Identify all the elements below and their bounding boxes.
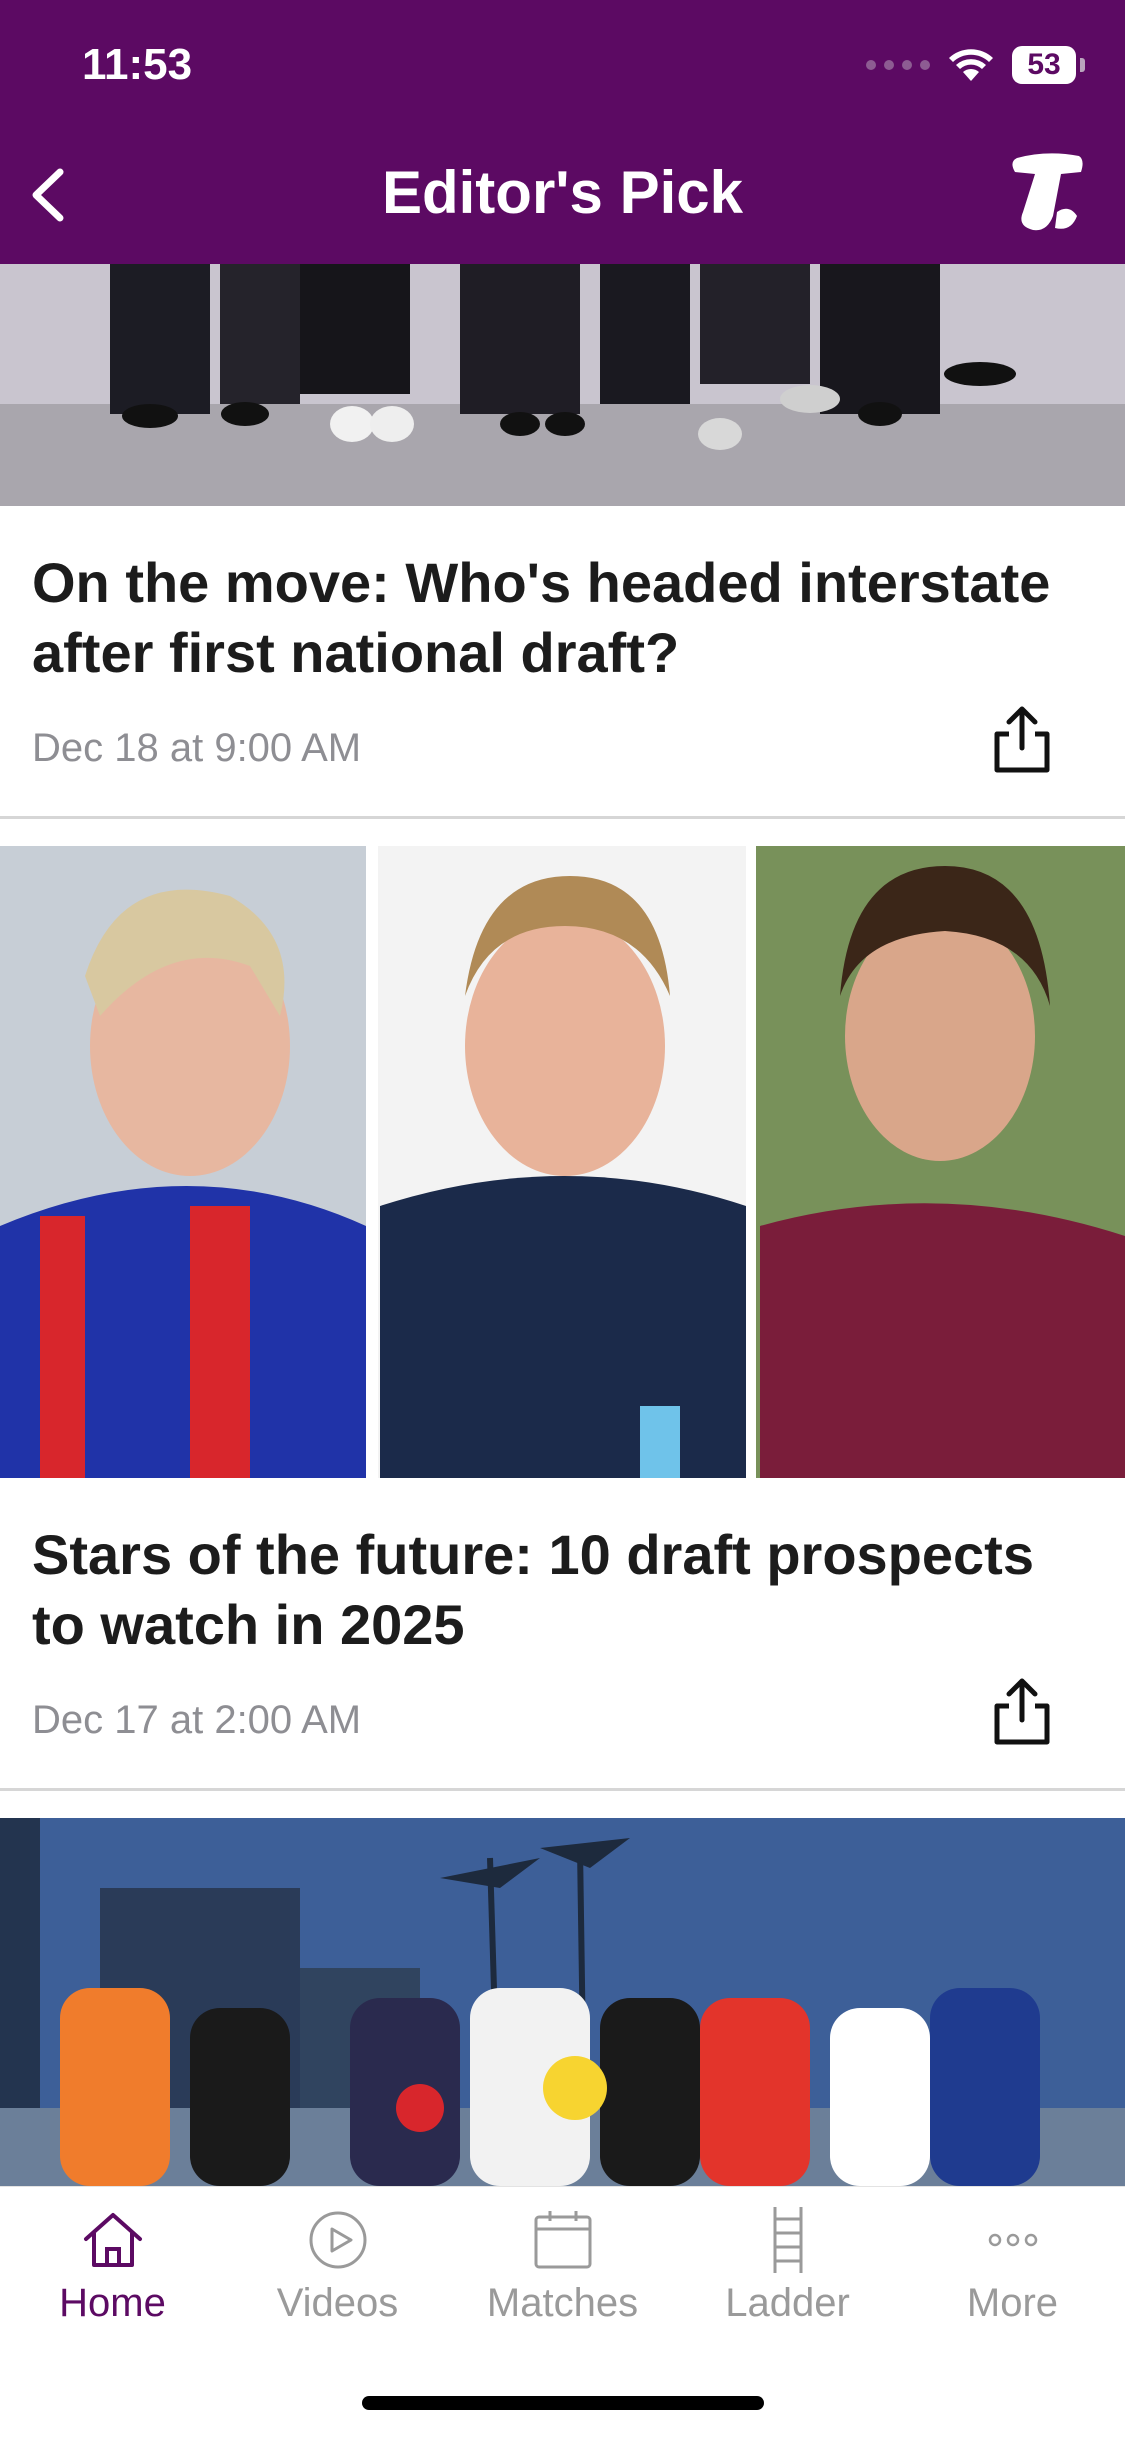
- play-icon: [309, 2211, 366, 2269]
- app-header: 11:53 53 Editor's Pick: [0, 0, 1125, 264]
- article-image[interactable]: [0, 846, 1125, 1478]
- prospects-photo: [0, 846, 1125, 1478]
- article-image[interactable]: [0, 264, 1125, 506]
- article-feed[interactable]: On the move: Who's headed interstate aft…: [0, 264, 1125, 2186]
- home-indicator[interactable]: [362, 2396, 764, 2410]
- battery-level: 53: [1012, 46, 1076, 84]
- more-icon: [988, 2233, 1037, 2247]
- article-date: Dec 18 at 9:00 AM: [32, 726, 362, 770]
- cellular-signal-icon: [866, 60, 930, 70]
- divider: [0, 1788, 1125, 1791]
- page-title: Editor's Pick: [381, 159, 744, 226]
- draft-photo: [0, 264, 1125, 506]
- article-title[interactable]: Stars of the future: 10 draft prospects …: [32, 1520, 1092, 1660]
- tab-label: Ladder: [725, 2281, 850, 2325]
- status-time: 11:53: [82, 40, 193, 89]
- tab-label: Videos: [276, 2281, 399, 2325]
- divider: [0, 816, 1125, 819]
- tab-home[interactable]: Home: [0, 2205, 225, 2326]
- article-image[interactable]: [0, 1818, 1125, 2186]
- tab-videos[interactable]: Videos: [225, 2205, 450, 2326]
- article-title[interactable]: On the move: Who's headed interstate aft…: [32, 548, 1092, 688]
- tab-label: Home: [59, 2281, 166, 2325]
- ladder-icon: [773, 2207, 802, 2273]
- article-date: Dec 17 at 2:00 AM: [32, 1698, 362, 1742]
- share-icon[interactable]: [989, 704, 1055, 776]
- wifi-icon: [949, 49, 993, 81]
- tab-label: More: [966, 2281, 1059, 2325]
- tab-more[interactable]: More: [900, 2205, 1125, 2326]
- team-photo: [0, 1818, 1125, 2186]
- telstra-logo[interactable]: [1007, 150, 1087, 234]
- status-icons: 53: [866, 46, 1085, 84]
- share-icon[interactable]: [989, 1676, 1055, 1748]
- tab-label: Matches: [486, 2281, 639, 2325]
- home-icon: [83, 2213, 142, 2267]
- battery-tip: [1080, 58, 1085, 72]
- tab-ladder[interactable]: Ladder: [675, 2205, 900, 2326]
- calendar-icon: [534, 2211, 591, 2269]
- tab-matches[interactable]: Matches: [450, 2205, 675, 2326]
